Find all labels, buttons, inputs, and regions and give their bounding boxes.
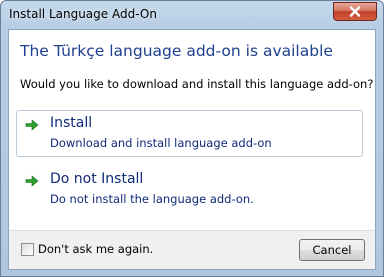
window-title: Install Language Add-On: [9, 7, 157, 21]
install-command-link[interactable]: Install Download and install language ad…: [16, 110, 363, 157]
green-arrow-icon: [25, 119, 39, 134]
dont-ask-checkbox[interactable]: [21, 243, 34, 256]
dont-ask-label[interactable]: Don't ask me again.: [38, 242, 153, 256]
title-bar[interactable]: Install Language Add-On: [1, 1, 383, 29]
do-not-install-label: Do not Install: [50, 171, 144, 187]
dialog-content: The Türkçe language add-on is available …: [8, 29, 376, 270]
cancel-button[interactable]: Cancel: [299, 239, 365, 261]
do-not-install-description: Do not install the language add-on.: [50, 192, 254, 206]
main-instruction: The Türkçe language add-on is available: [20, 42, 333, 60]
close-button[interactable]: [333, 2, 377, 21]
close-icon: [349, 6, 361, 17]
question-text: Would you like to download and install t…: [20, 77, 374, 91]
do-not-install-command-link[interactable]: Do not Install Do not install the langua…: [16, 166, 363, 213]
dialog-window: Install Language Add-On The Türkçe langu…: [0, 0, 384, 277]
install-description: Download and install language add-on: [50, 136, 272, 150]
dialog-footer: Don't ask me again. Cancel: [9, 230, 375, 269]
install-label: Install: [50, 115, 93, 131]
green-arrow-icon: [25, 175, 39, 190]
